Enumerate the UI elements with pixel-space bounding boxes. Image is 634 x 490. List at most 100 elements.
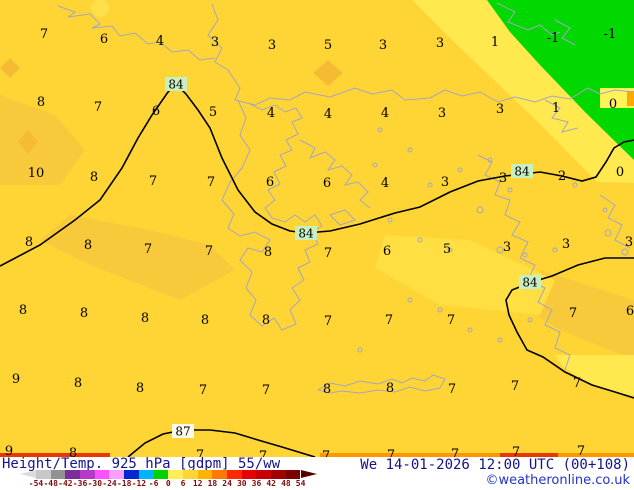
temp-value: 8	[84, 238, 92, 253]
temp-value: 3	[379, 38, 387, 53]
temp-value: 7	[207, 175, 215, 190]
temp-value: 8	[323, 382, 331, 397]
temp-value: 8	[90, 170, 98, 185]
temp-value: 3	[438, 106, 446, 121]
temp-value: 3	[268, 38, 276, 53]
colorbar-segments	[36, 470, 301, 479]
temp-value: 3	[441, 175, 449, 190]
temp-value: 0	[609, 97, 617, 112]
contour-label: 87	[175, 425, 190, 439]
contour-label: 84	[514, 165, 530, 179]
temp-value: 7	[199, 383, 207, 398]
temp-value: 4	[156, 34, 164, 49]
colorbar-segment	[212, 470, 227, 479]
weather-map: 7 6 4 3 3 5 3 3 1 -1 -18 7 6 5 4 4 4 3 3 1 010 8 7 7 6 6 4 3 3 2 08 8 7 7…	[0, 0, 634, 457]
colorbar-segment	[168, 470, 183, 479]
temp-value: 1	[491, 35, 499, 50]
temp-value: 0	[616, 165, 624, 180]
temp-value: 7	[512, 445, 520, 457]
temp-value: 5	[324, 38, 332, 53]
colorbar-right-arrow-icon	[300, 470, 317, 478]
temp-value: 3	[211, 35, 219, 50]
temp-value: 9	[12, 372, 20, 387]
contour-label: 84	[298, 227, 314, 241]
temp-value: 6	[100, 32, 108, 47]
temp-value: 7	[94, 100, 102, 115]
temp-value: 8	[25, 235, 33, 250]
temp-value: 3	[562, 237, 570, 252]
temp-value: 7	[144, 242, 152, 257]
temp-value: 8	[141, 311, 149, 326]
temp-value: 8	[136, 381, 144, 396]
temp-value: 8	[264, 245, 272, 260]
temp-value: 4	[267, 106, 275, 121]
colorbar-segment	[50, 470, 66, 479]
temp-value: 8	[80, 306, 88, 321]
temperature-colorbar: -54 -48 -42 -36 -30 -24 -18 -12 -6 0 6 12 18 24 30 36 42…	[20, 470, 320, 490]
temp-value: 3	[436, 36, 444, 51]
temp-value: 3	[496, 102, 504, 117]
temp-value: 6	[323, 176, 331, 191]
temp-value: 8	[386, 381, 394, 396]
temp-value: 7	[385, 313, 393, 328]
colorbar-segment	[138, 470, 154, 479]
temp-value: 8	[37, 95, 45, 110]
temp-value: 7	[447, 313, 455, 328]
temp-value: 7	[149, 174, 157, 189]
colorbar-segment	[94, 470, 110, 479]
temp-value: 7	[324, 314, 332, 329]
temp-value: 7	[322, 449, 330, 457]
temp-value: 6	[266, 175, 274, 190]
colorbar-segment	[65, 470, 81, 479]
colorbar-segment	[285, 470, 301, 479]
temp-value: 7	[451, 447, 459, 457]
temp-value: 8	[19, 303, 27, 318]
temp-value: 3	[499, 171, 507, 186]
temp-value: 6	[383, 244, 391, 259]
colorbar-segment	[80, 470, 95, 479]
temp-value: 6	[152, 104, 160, 119]
colorbar-segment	[256, 470, 271, 479]
temp-value: 8	[201, 313, 209, 328]
colorbar-segment	[226, 470, 242, 479]
temp-value: 3	[625, 235, 633, 250]
contour-label: 84	[168, 78, 184, 92]
colorbar-segment	[241, 470, 257, 479]
colorbar-left-arrow-icon	[20, 470, 36, 478]
temp-value: 4	[381, 106, 389, 121]
temp-value: 7	[324, 246, 332, 261]
contour-label: 84	[522, 276, 538, 290]
temp-value: 7	[387, 448, 395, 457]
colorbar-segment	[182, 470, 198, 479]
weather-map-screenshot: 7 6 4 3 3 5 3 3 1 -1 -1 8 7 6 5 4 4 4 3 3 1 0 10 8 7 7 6 6 4 3 3 2 0 8 8 7 7…	[0, 0, 634, 490]
temp-value: 7	[448, 382, 456, 397]
temp-value: 5	[209, 105, 217, 120]
temp-value: 8	[262, 313, 270, 328]
colorbar-tick-label: 54	[295, 479, 306, 488]
temp-value: 4	[381, 176, 389, 191]
temp-value: 4	[324, 107, 332, 122]
temp-value: 7	[569, 306, 577, 321]
legend-footer: Height/Temp. 925 hPa [gdpm] 55/ww We 14-…	[0, 456, 634, 490]
temp-value: 7	[577, 444, 585, 457]
colorbar-segment	[109, 470, 125, 479]
temp-value: -1	[547, 31, 560, 46]
colorbar-segment	[36, 470, 51, 479]
temp-value: 1	[552, 101, 560, 116]
temp-value: 5	[443, 242, 451, 257]
temp-value: 7	[511, 379, 519, 394]
temp-value: 10	[28, 166, 45, 181]
temp-value: 8	[74, 376, 82, 391]
temp-value: 6	[626, 304, 634, 319]
colorbar-segment	[153, 470, 169, 479]
colorbar-segment	[271, 470, 286, 479]
colorbar-segment	[124, 470, 139, 479]
temp-value: 7	[573, 376, 581, 391]
colorbar-segment	[197, 470, 213, 479]
temp-value: 3	[503, 240, 511, 255]
temp-value: 7	[262, 383, 270, 398]
temp-value: 7	[205, 244, 213, 259]
temp-value: -1	[604, 27, 617, 42]
copyright-link[interactable]: ©weatheronline.co.uk	[485, 473, 630, 488]
datetime-label: We 14-01-2026 12:00 UTC (00+108)	[360, 457, 630, 473]
